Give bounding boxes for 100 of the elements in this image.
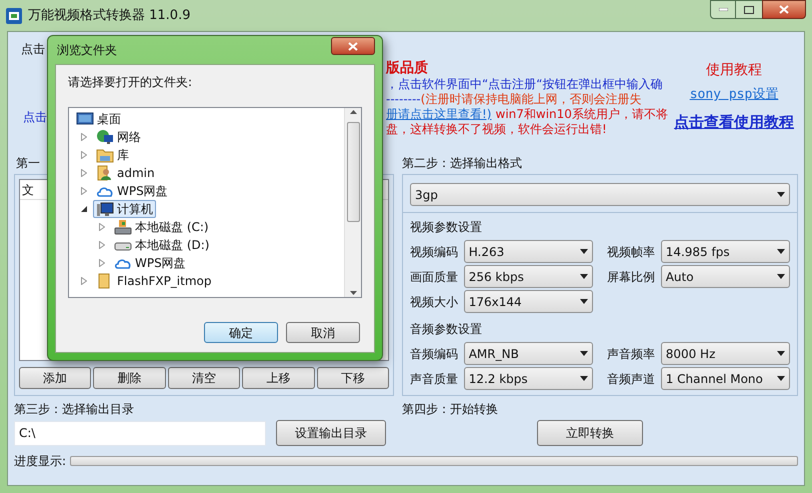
tree-item[interactable]: WPS网盘 (93, 182, 171, 200)
collapsed-arrow-icon[interactable] (81, 169, 87, 177)
dropdown[interactable]: H.263 (464, 240, 593, 263)
dropdown[interactable]: 3gp (410, 183, 790, 206)
dropdown[interactable]: 8000 Hz (660, 342, 790, 365)
scroll-thumb[interactable] (346, 122, 360, 222)
minimize-button[interactable] (710, 0, 736, 19)
output-path-field[interactable]: C:\ (14, 420, 266, 446)
collapsed-arrow-icon[interactable] (81, 187, 87, 195)
collapsed-arrow-icon[interactable] (99, 241, 105, 249)
psp-settings-link[interactable]: sony psp设置 (690, 85, 778, 104)
window-title: 万能视频格式转换器 11.0.9 (28, 6, 190, 25)
dropdown[interactable]: 256 kbps (464, 265, 593, 288)
progress-label: 进度显示: (14, 453, 66, 470)
drive-icon (114, 219, 132, 235)
param-label: 声音质量 (410, 370, 459, 388)
close-button[interactable] (331, 37, 375, 55)
scrollbar[interactable] (344, 108, 361, 297)
tree-item[interactable]: 网络 (93, 128, 144, 146)
button[interactable]: 上移 (242, 367, 315, 389)
caret-icon (580, 376, 588, 381)
close-icon (779, 5, 789, 14)
dropdown[interactable]: Auto (660, 265, 790, 288)
tree-item[interactable]: 本地磁盘 (D:) (111, 236, 212, 254)
button[interactable]: 添加 (19, 367, 92, 389)
tree-item[interactable]: WPS网盘 (111, 254, 189, 272)
collapsed-arrow-icon[interactable] (81, 133, 87, 141)
monitor-icon (76, 111, 94, 127)
param-label: 画面质量 (410, 268, 459, 286)
computer-icon (96, 201, 114, 217)
param-label: 音频编码 (410, 346, 459, 362)
dialog-prompt: 请选择要打开的文件夹: (68, 74, 194, 91)
step-label: 第三步：选择输出目录 (14, 401, 135, 418)
caret-icon (580, 249, 588, 254)
dash-line: -------- (386, 92, 421, 107)
caret-icon (777, 274, 785, 279)
user-folder-icon (96, 165, 114, 181)
register-link[interactable]: 点击 (21, 108, 47, 126)
param-label: 视频大小 (410, 294, 459, 310)
tree-item[interactable]: 本地磁盘 (C:) (111, 218, 212, 236)
headline: 版品质 (386, 59, 429, 77)
maximize-button[interactable] (736, 0, 762, 19)
param-label: 声音频率 (607, 346, 656, 362)
button[interactable]: 下移 (316, 367, 390, 389)
param-label: 音频声道 (607, 370, 656, 388)
dropdown[interactable]: 12.2 kbps (464, 367, 593, 390)
tutorial-heading: 使用教程 (706, 61, 762, 80)
dialog-button[interactable]: 确定 (204, 322, 278, 343)
button[interactable]: 立即转换 (537, 420, 643, 446)
tree-item[interactable]: admin (93, 164, 158, 182)
collapsed-arrow-icon[interactable] (99, 223, 105, 231)
param-label: 屏幕比例 (607, 268, 656, 286)
button[interactable]: 删除 (93, 367, 166, 389)
minimize-icon (718, 8, 728, 11)
dropdown[interactable]: 14.985 fps (660, 240, 790, 263)
app-icon (6, 8, 22, 24)
warning-text: win7和win10系统用户，请不将 (496, 107, 668, 122)
button[interactable]: 清空 (168, 367, 240, 389)
scroll-up-icon[interactable] (350, 110, 356, 114)
section-title: 音频参数设置 (410, 321, 483, 338)
expanded-arrow-icon[interactable] (81, 206, 87, 212)
folder-icon (96, 147, 114, 163)
step-label: 第二步：选择输出格式 (402, 155, 523, 172)
caret-icon (580, 274, 588, 279)
dialog-button[interactable]: 取消 (286, 322, 360, 343)
tutorial-link[interactable]: 点击查看使用教程 (674, 110, 794, 133)
collapsed-arrow-icon[interactable] (81, 151, 87, 159)
dialog-title: 浏览文件夹 (56, 42, 117, 59)
button[interactable]: 设置输出目录 (276, 420, 386, 446)
section-title: 视频参数设置 (410, 219, 483, 236)
collapsed-arrow-icon[interactable] (99, 259, 105, 267)
close-icon (348, 42, 358, 50)
tree-item[interactable]: 计算机 (93, 200, 156, 218)
caret-icon (580, 299, 588, 304)
caret-icon (777, 351, 785, 356)
tree-item[interactable]: 库 (93, 146, 132, 164)
folder-tree[interactable]: 桌面 网络 库 admin WPS网盘 计算机 本地磁盘 (C:) 本地磁盘 (D:) WPS网盘 FlashFXP_itmop (68, 107, 362, 298)
warning-text: 盘，这样转换不了视频，软件会运行出错! (386, 122, 608, 137)
dropdown[interactable]: 1 Channel Mono (660, 367, 790, 390)
scroll-down-icon[interactable] (350, 291, 356, 295)
caret-icon (777, 249, 785, 254)
dropdown[interactable]: AMR_NB (464, 342, 593, 365)
caret-icon (777, 376, 785, 381)
step-label: 第四步：开始转换 (402, 401, 499, 418)
close-button[interactable] (762, 0, 806, 19)
param-label: 视频帧率 (607, 244, 656, 260)
collapsed-arrow-icon[interactable] (81, 277, 87, 285)
globe-icon (96, 129, 114, 145)
tree-item[interactable]: FlashFXP_itmop (93, 272, 214, 290)
maximize-icon (744, 6, 754, 14)
warning-text: (注册时请保持电脑能上网，否则会注册失 (420, 92, 642, 107)
dropdown[interactable]: 176x144 (464, 290, 593, 313)
param-label: 视频编码 (410, 244, 459, 260)
column-header[interactable]: 文 (20, 180, 34, 198)
tree-item[interactable]: 桌面 (73, 110, 124, 128)
step-label: 第一 (15, 155, 40, 172)
caret-icon (777, 192, 785, 197)
help-link[interactable]: 册请点击这里查看!) (386, 107, 492, 122)
caret-icon (580, 351, 588, 356)
register-label: 点击 (21, 41, 45, 58)
